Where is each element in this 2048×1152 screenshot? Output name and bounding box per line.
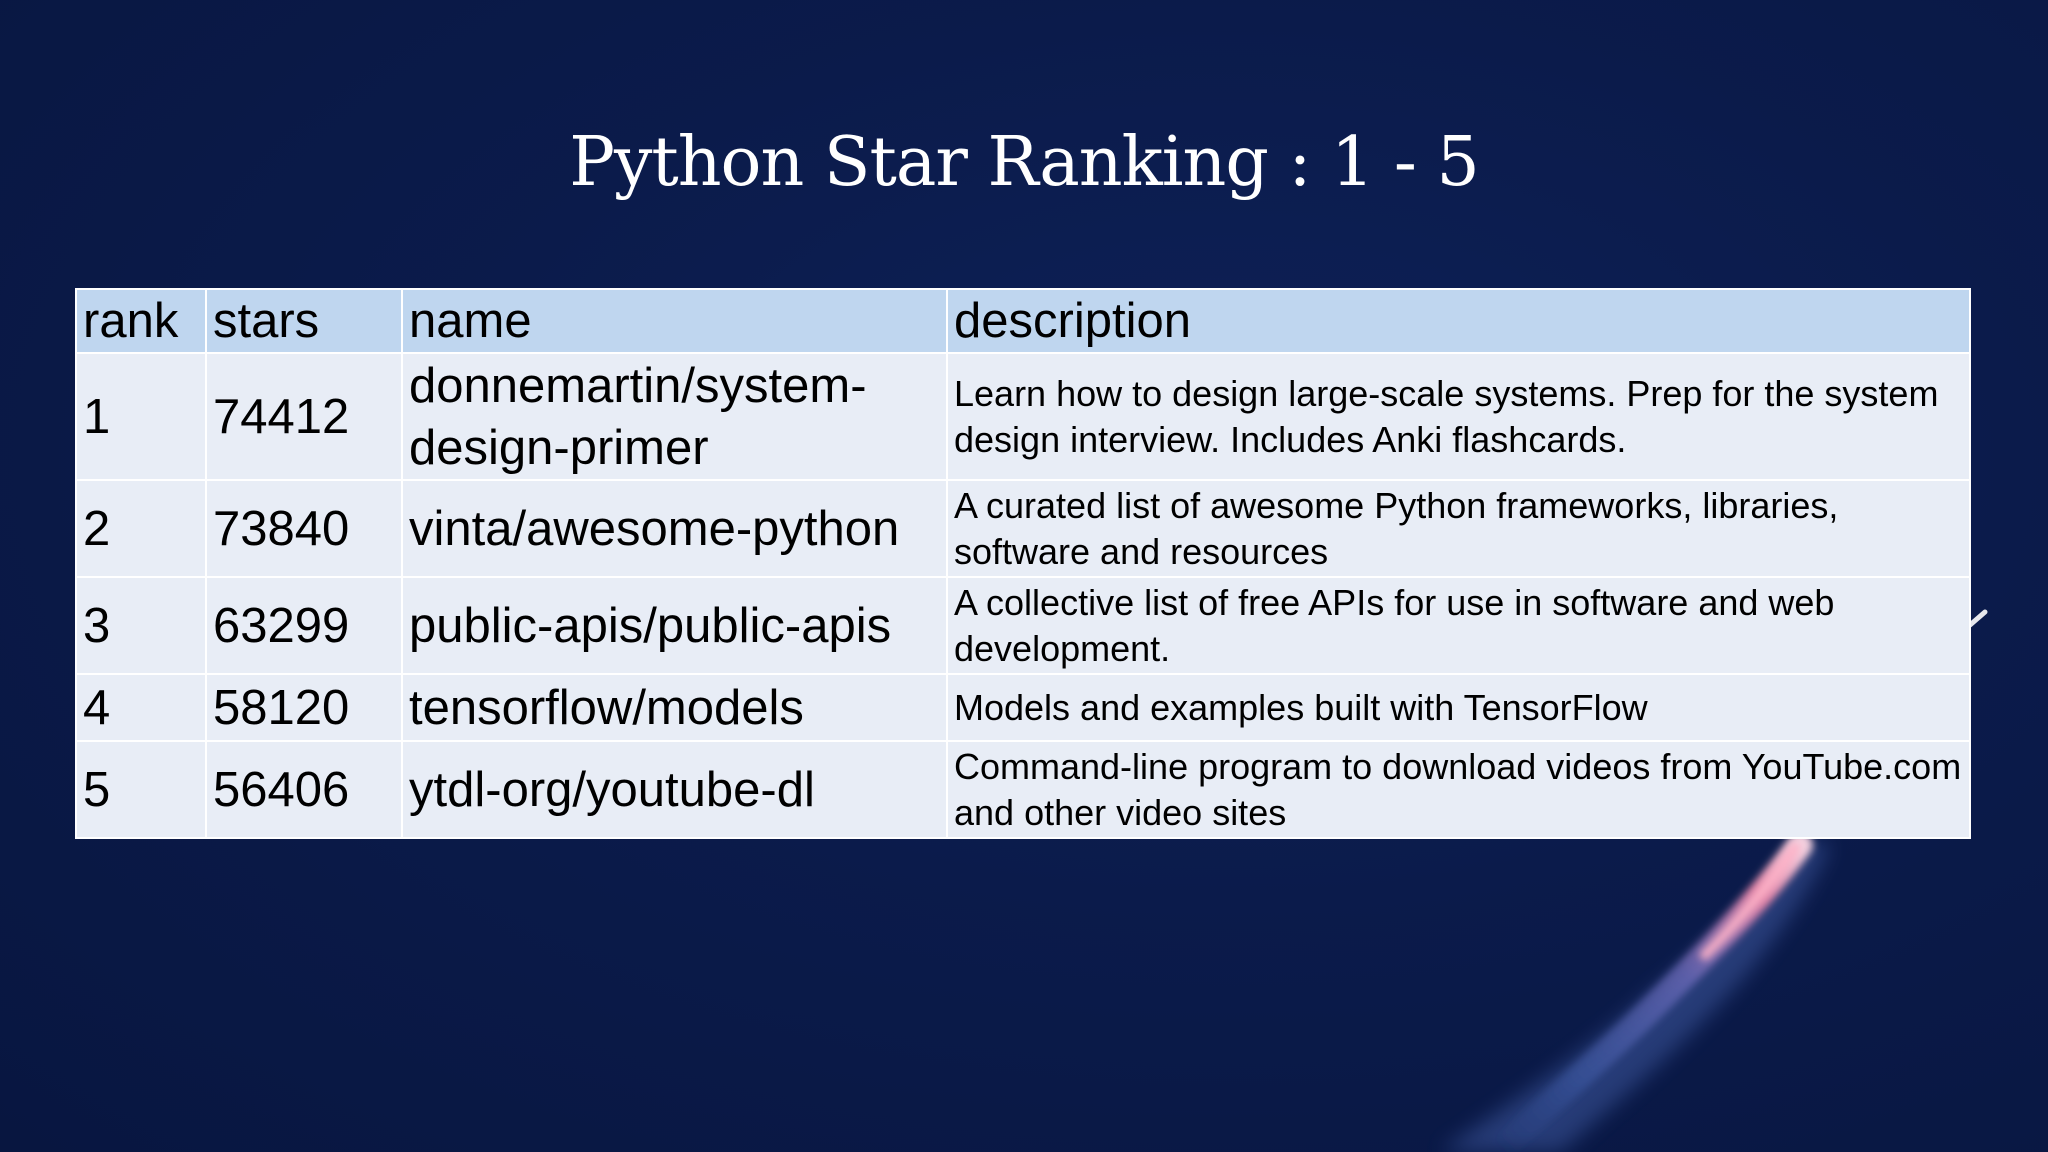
header-rank: rank (75, 288, 207, 354)
cell-stars: 63299 (205, 576, 403, 675)
slide: Python Star Ranking : 1 - 5 rank stars n… (0, 0, 2048, 1152)
table-row: 5 56406 ytdl-org/youtube-dl Command-line… (75, 740, 1971, 839)
cell-stars: 74412 (205, 352, 403, 481)
table-row: 1 74412 donnemartin/system-design-primer… (75, 352, 1971, 481)
cell-description: A curated list of awesome Python framewo… (946, 479, 1971, 578)
table-row: 3 63299 public-apis/public-apis A collec… (75, 576, 1971, 675)
cell-description: Learn how to design large-scale systems.… (946, 352, 1971, 481)
cell-stars: 56406 (205, 740, 403, 839)
header-stars: stars (205, 288, 403, 354)
cell-name: public-apis/public-apis (401, 576, 948, 675)
cell-rank: 4 (75, 673, 207, 742)
header-name: name (401, 288, 948, 354)
ranking-table: rank stars name description 1 74412 donn… (75, 288, 1971, 839)
cell-description: Command-line program to download videos … (946, 740, 1971, 839)
cell-stars: 73840 (205, 479, 403, 578)
cell-name: donnemartin/system-design-primer (401, 352, 948, 481)
table-header-row: rank stars name description (75, 288, 1971, 354)
cell-rank: 2 (75, 479, 207, 578)
cell-name: vinta/awesome-python (401, 479, 948, 578)
header-description: description (946, 288, 1971, 354)
cell-description: A collective list of free APIs for use i… (946, 576, 1971, 675)
table-row: 2 73840 vinta/awesome-python A curated l… (75, 479, 1971, 578)
cell-rank: 5 (75, 740, 207, 839)
cell-name: tensorflow/models (401, 673, 948, 742)
cell-description: Models and examples built with TensorFlo… (946, 673, 1971, 742)
slide-title: Python Star Ranking : 1 - 5 (569, 123, 1479, 202)
cell-rank: 3 (75, 576, 207, 675)
table-row: 4 58120 tensorflow/models Models and exa… (75, 673, 1971, 742)
cell-name: ytdl-org/youtube-dl (401, 740, 948, 839)
cell-rank: 1 (75, 352, 207, 481)
cell-stars: 58120 (205, 673, 403, 742)
